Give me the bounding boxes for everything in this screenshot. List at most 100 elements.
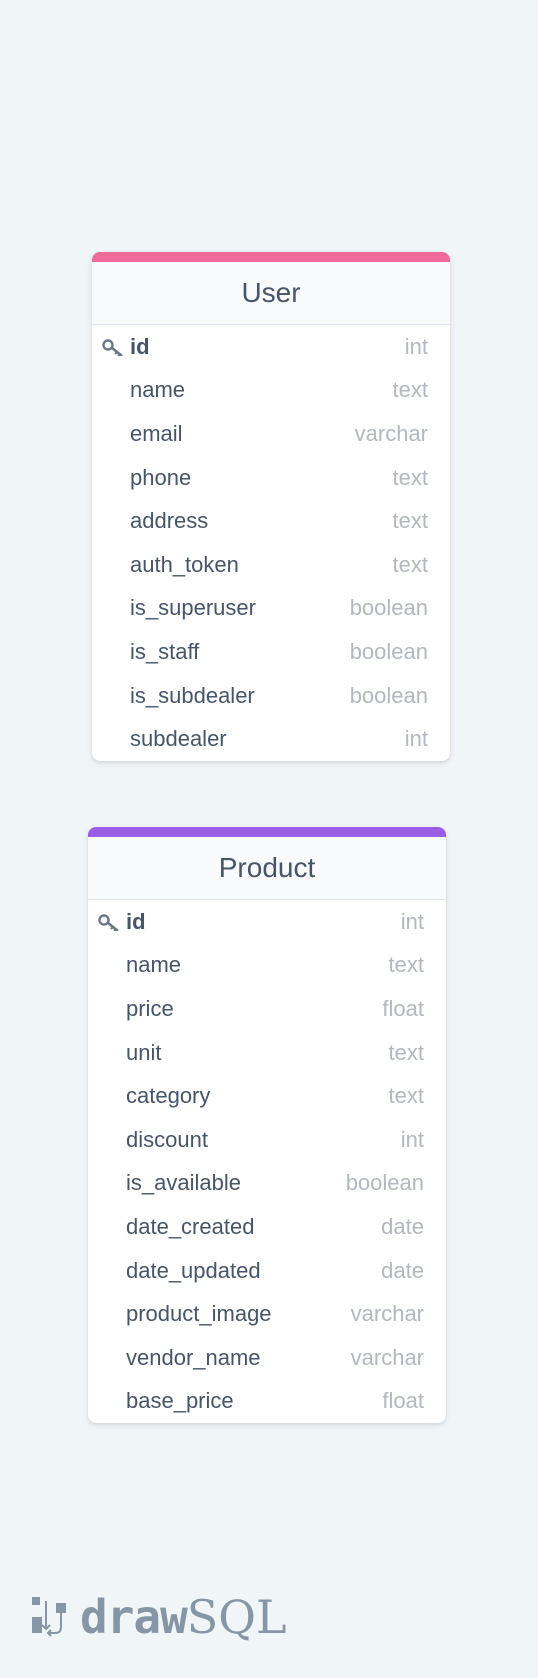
column-row[interactable]: phone text <box>92 456 450 500</box>
column-type: text <box>392 551 428 577</box>
column-name: unit <box>126 1039 162 1065</box>
column-type: boolean <box>349 638 428 664</box>
column-name: vendor_name <box>126 1344 261 1370</box>
column-type: varchar <box>350 1301 424 1327</box>
key-icon-placeholder <box>98 1128 126 1152</box>
key-icon-placeholder <box>102 378 130 402</box>
column-name: subdealer <box>130 726 227 752</box>
column-name: base_price <box>126 1388 234 1414</box>
column-name: address <box>130 508 209 534</box>
column-name: date_updated <box>126 1257 261 1283</box>
column-name: is_available <box>126 1170 241 1196</box>
column-name: is_staff <box>130 638 200 664</box>
column-type: boolean <box>345 1170 424 1196</box>
column-type: int <box>400 1126 424 1152</box>
primary-key-icon <box>102 335 130 359</box>
column-row[interactable]: product_image varchar <box>88 1292 446 1336</box>
logo-word-sql: SQL <box>186 1590 287 1644</box>
column-row[interactable]: name text <box>92 369 450 413</box>
drawsql-logo: draw SQL <box>30 1590 287 1644</box>
column-row[interactable]: category text <box>88 1074 446 1118</box>
column-type: float <box>382 1388 424 1414</box>
column-type: boolean <box>349 595 428 621</box>
column-row[interactable]: base_price float <box>88 1380 446 1424</box>
column-name: price <box>126 995 174 1021</box>
column-type: varchar <box>354 420 428 446</box>
column-row[interactable]: is_available boolean <box>88 1162 446 1206</box>
column-name: date_created <box>126 1213 255 1239</box>
column-list: id int name text price float unit text category t… <box>88 900 446 1423</box>
key-icon-placeholder <box>98 1084 126 1108</box>
drawsql-logo-icon <box>32 1597 66 1637</box>
column-name: id <box>126 908 146 934</box>
column-name: auth_token <box>130 551 239 577</box>
column-row[interactable]: auth_token text <box>92 543 450 587</box>
column-type: text <box>392 508 428 534</box>
key-icon-placeholder <box>98 1215 126 1239</box>
table-accent-bar <box>88 827 446 837</box>
key-icon-placeholder <box>98 997 126 1021</box>
column-type: int <box>404 333 428 359</box>
key-icon-placeholder <box>102 466 130 490</box>
column-list: id int name text email varchar phone text addres… <box>92 325 450 761</box>
table-product[interactable]: Product id int name text price float unit text c… <box>88 827 446 1424</box>
table-user[interactable]: User id int name text email varchar phone text a… <box>92 252 450 761</box>
column-name: name <box>126 952 182 978</box>
table-accent-bar <box>92 252 450 262</box>
key-icon-placeholder <box>102 422 130 446</box>
table-title: Product <box>88 837 446 900</box>
column-row[interactable]: is_superuser boolean <box>92 587 450 631</box>
column-row[interactable]: discount int <box>88 1118 446 1162</box>
column-row[interactable]: is_subdealer boolean <box>92 674 450 718</box>
column-row[interactable]: price float <box>88 987 446 1031</box>
column-name: product_image <box>126 1301 272 1327</box>
logo-word-draw: draw <box>80 1590 188 1644</box>
column-row[interactable]: id int <box>88 900 446 944</box>
column-type: text <box>388 952 424 978</box>
key-icon-placeholder <box>102 684 130 708</box>
column-type: date <box>381 1213 424 1239</box>
column-type: text <box>388 1083 424 1109</box>
column-name: is_subdealer <box>130 682 255 708</box>
column-type: int <box>400 908 424 934</box>
column-type: boolean <box>349 682 428 708</box>
primary-key-icon <box>98 910 126 934</box>
column-row[interactable]: subdealer int <box>92 717 450 761</box>
key-icon-placeholder <box>98 1171 126 1195</box>
key-icon-placeholder <box>102 596 130 620</box>
key-icon-placeholder <box>98 953 126 977</box>
column-row[interactable]: id int <box>92 325 450 369</box>
column-type: float <box>382 995 424 1021</box>
column-name: discount <box>126 1126 208 1152</box>
column-name: phone <box>130 464 192 490</box>
column-row[interactable]: date_created date <box>88 1205 446 1249</box>
column-type: date <box>381 1257 424 1283</box>
key-icon-placeholder <box>98 1041 126 1065</box>
column-row[interactable]: name text <box>88 944 446 988</box>
column-name: name <box>130 377 186 403</box>
key-icon-placeholder <box>102 640 130 664</box>
column-row[interactable]: email varchar <box>92 412 450 456</box>
column-row[interactable]: is_staff boolean <box>92 630 450 674</box>
column-row[interactable]: vendor_name varchar <box>88 1336 446 1380</box>
table-title: User <box>92 262 450 325</box>
column-row[interactable]: unit text <box>88 1031 446 1075</box>
key-icon-placeholder <box>98 1259 126 1283</box>
column-name: is_superuser <box>130 595 256 621</box>
column-name: category <box>126 1083 211 1109</box>
column-row[interactable]: date_updated date <box>88 1249 446 1293</box>
key-icon-placeholder <box>98 1389 126 1413</box>
column-name: id <box>130 333 150 359</box>
column-row[interactable]: address text <box>92 499 450 543</box>
column-name: email <box>130 420 183 446</box>
key-icon-placeholder <box>102 553 130 577</box>
key-icon-placeholder <box>102 727 130 751</box>
column-type: varchar <box>350 1344 424 1370</box>
column-type: text <box>392 377 428 403</box>
column-type: text <box>388 1039 424 1065</box>
column-type: int <box>404 726 428 752</box>
key-icon-placeholder <box>98 1302 126 1326</box>
column-type: text <box>392 464 428 490</box>
key-icon-placeholder <box>98 1346 126 1370</box>
key-icon-placeholder <box>102 509 130 533</box>
